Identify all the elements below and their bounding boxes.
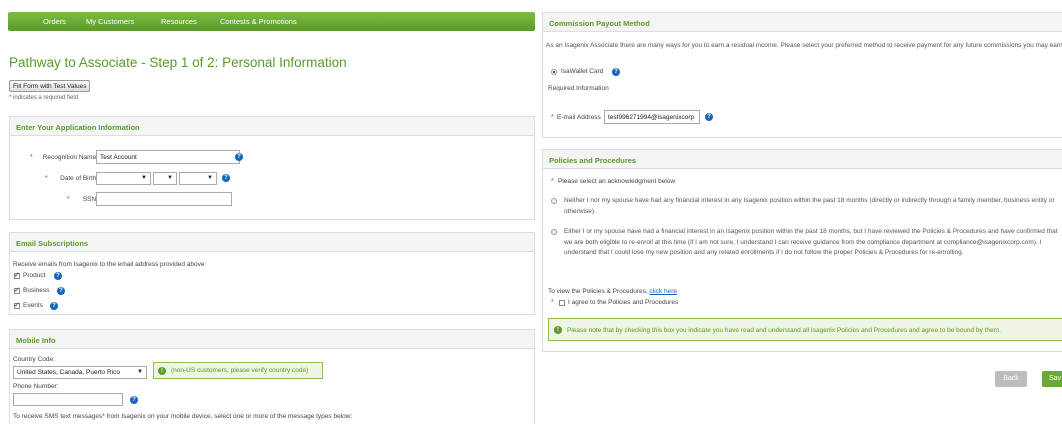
phone-number-input[interactable] [13, 393, 123, 406]
mobile-heading: Mobile Info [10, 330, 534, 349]
events-checkbox[interactable] [14, 301, 20, 309]
policy-option-1-radio[interactable] [551, 198, 557, 204]
required-marker: * [551, 178, 554, 185]
application-panel: Enter Your Application Information * Rec… [9, 116, 535, 220]
required-note: * indicates a required field [9, 95, 78, 101]
back-button[interactable]: Back [995, 371, 1027, 387]
business-checkbox[interactable] [14, 286, 20, 294]
help-icon[interactable]: ? [50, 302, 58, 310]
commission-intro: As an Isagenix Associate there are many … [546, 42, 1062, 49]
policies-view-line: To view the Policies & Procedures, click… [548, 288, 677, 295]
agree-checkbox[interactable] [559, 300, 565, 306]
application-heading: Enter Your Application Information [10, 117, 534, 136]
policies-view-text: To view the Policies & Procedures, [548, 288, 648, 295]
policies-notice-text: Please note that by checking this box yo… [567, 327, 1001, 334]
product-label: Product [23, 272, 46, 279]
policy-option-2-radio[interactable] [551, 229, 557, 235]
info-icon: ! [158, 367, 166, 375]
country-code-note: (non-US customers, please verify country… [171, 367, 309, 374]
nav-my-customers[interactable]: My Customers [86, 17, 134, 26]
email-heading: Email Subscriptions [10, 233, 534, 252]
agree-label: I agree to the Policies and Procedures [568, 299, 679, 306]
policies-link[interactable]: click here [650, 288, 677, 295]
commission-payout-panel: Commission Payout Method As an Isagenix … [542, 12, 1062, 138]
help-icon[interactable]: ? [235, 153, 243, 161]
chevron-down-icon: ▼ [137, 369, 143, 375]
page-title: Pathway to Associate - Step 1 of 2: Pers… [9, 55, 347, 70]
required-marker: * [551, 114, 554, 121]
country-code-value: United States, Canada, Puerto Rico [17, 369, 120, 376]
policy-option-2-text: Either I or my spouse have had a financi… [564, 228, 1058, 256]
ssn-input[interactable] [96, 192, 232, 206]
product-checkbox[interactable] [14, 271, 20, 279]
country-code-select[interactable]: United States, Canada, Puerto Rico ▼ [13, 366, 147, 379]
top-nav-bar: Orders My Customers Resources Contests &… [8, 12, 535, 31]
country-code-label: Country Code: [13, 356, 55, 363]
required-marker: * [551, 299, 554, 306]
business-label: Business [23, 287, 50, 294]
dob-month-select[interactable]: ▼ [96, 172, 151, 185]
commission-heading: Commission Payout Method [543, 13, 1062, 32]
recognition-name-input[interactable] [96, 150, 240, 164]
recognition-label: Recognition Name: [42, 154, 98, 161]
phone-number-label: Phone Number: [13, 383, 59, 390]
email-address-label: E-mail Address [557, 114, 601, 121]
help-icon[interactable]: ? [705, 113, 713, 121]
email-intro: Receive emails from Isagenix to the emai… [13, 261, 205, 268]
help-icon[interactable]: ? [222, 174, 230, 182]
chevron-down-icon: ▼ [207, 175, 213, 181]
events-label: Events [23, 302, 43, 309]
policies-panel: Policies and Procedures * Please select … [542, 149, 1062, 352]
help-icon[interactable]: ? [54, 272, 62, 280]
required-marker: * [9, 95, 12, 101]
dob-year-select[interactable]: ▼ [179, 172, 217, 185]
policy-option-1-text: Neither I nor my spouse have had any fin… [564, 197, 1055, 215]
fill-test-values-button[interactable]: Fill Form with Test Values [9, 80, 91, 92]
policies-notice: ! Please note that by checking this box … [548, 318, 1062, 341]
policies-prompt: Please select an acknowledgment below [558, 178, 676, 185]
chevron-down-icon: ▼ [167, 175, 173, 181]
help-icon[interactable]: ? [130, 396, 138, 404]
required-info-label: Required Information [548, 85, 609, 92]
mobile-info-panel: Mobile Info Country Code: United States,… [9, 329, 535, 424]
nav-contests-promotions[interactable]: Contests & Promotions [220, 17, 297, 26]
help-icon[interactable]: ? [612, 68, 620, 76]
isawallet-label: IsaWallet Card [561, 68, 604, 75]
nav-orders[interactable]: Orders [43, 17, 66, 26]
country-code-notice: ! (non-US customers, please verify count… [153, 362, 323, 379]
email-address-input[interactable] [604, 110, 700, 124]
sms-text: To receive SMS text messages* from Isage… [13, 413, 353, 420]
info-icon: ! [554, 326, 562, 334]
help-icon[interactable]: ? [57, 287, 65, 295]
save-button[interactable]: Sav [1042, 371, 1062, 387]
policies-heading: Policies and Procedures [543, 150, 1062, 169]
dob-day-select[interactable]: ▼ [153, 172, 177, 185]
nav-resources[interactable]: Resources [161, 17, 197, 26]
chevron-down-icon: ▼ [141, 175, 147, 181]
email-subscriptions-panel: Email Subscriptions Receive emails from … [9, 232, 535, 315]
isawallet-radio[interactable] [551, 69, 557, 75]
required-marker: * [30, 154, 33, 161]
required-note-text: indicates a required field [13, 95, 79, 101]
dob-label: Date of Birth: [60, 175, 98, 182]
ssn-label: SSN: [82, 196, 98, 203]
